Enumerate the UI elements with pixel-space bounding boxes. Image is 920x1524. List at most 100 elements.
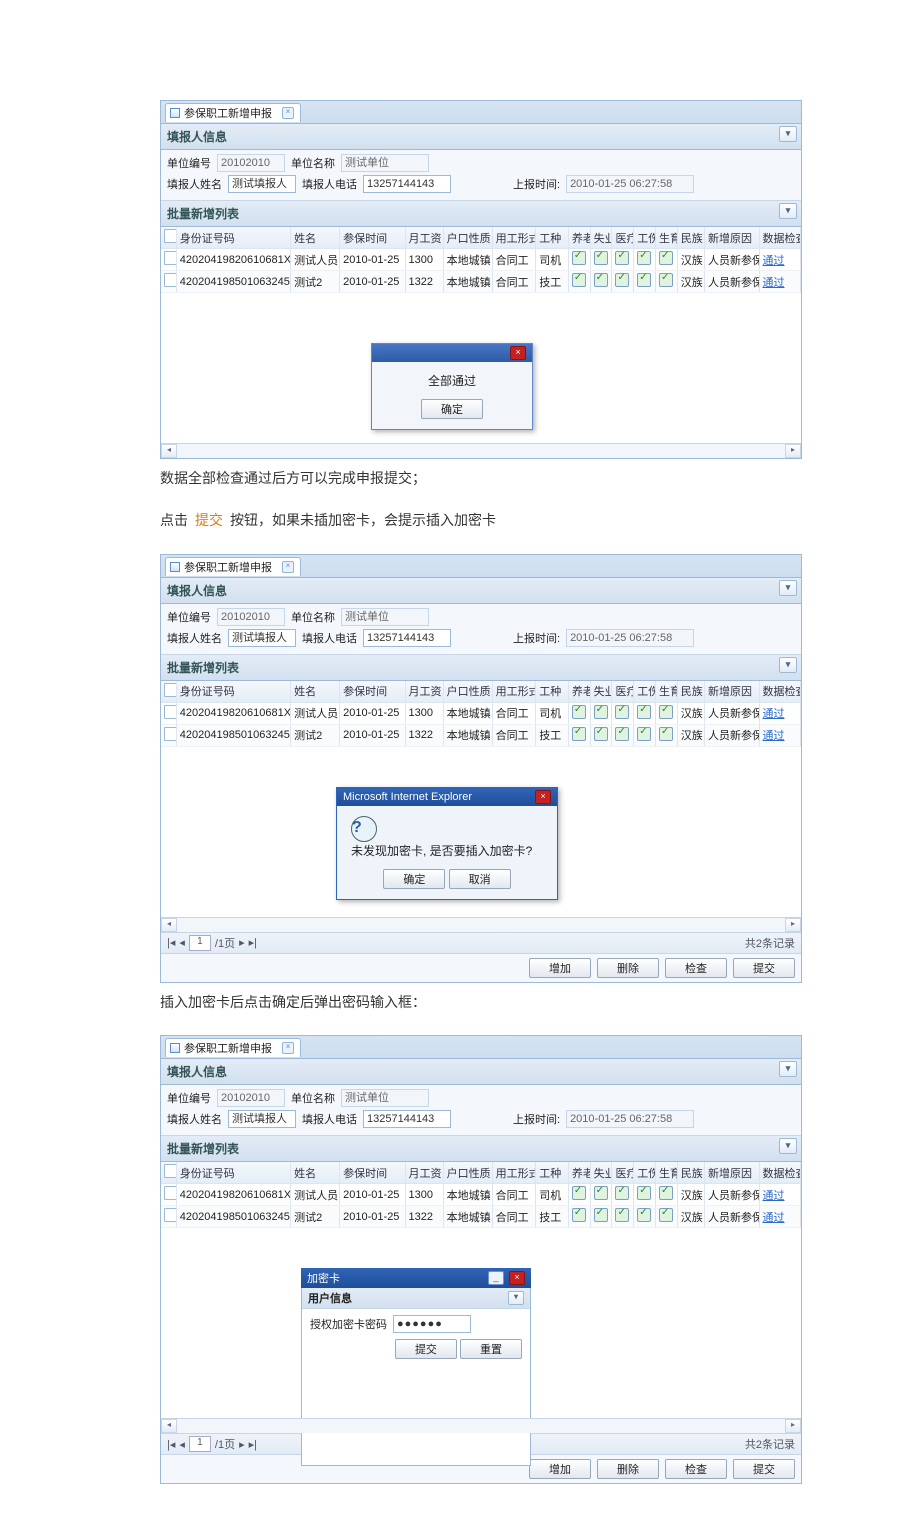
row-checkbox[interactable]	[164, 251, 176, 265]
close-icon[interactable]: ×	[535, 790, 551, 804]
page-input[interactable]: 1	[189, 935, 211, 951]
cancel-button[interactable]: 取消	[449, 869, 511, 889]
table-row[interactable]: 420204198501063245测试2 2010-01-251322 本地城…	[161, 724, 801, 746]
hscrollbar[interactable]: ◂ ▸	[161, 917, 801, 932]
reporter-header: 填报人信息 ▾	[161, 578, 801, 604]
row-checkbox[interactable]	[164, 727, 176, 741]
reporter-field[interactable]: 测试填报人	[228, 629, 296, 647]
unit-no-field: 20102010	[217, 1089, 285, 1107]
table-row[interactable]: 420204198501063245测试2 2010-01-251322 本地城…	[161, 1206, 801, 1228]
row-checkbox[interactable]	[164, 705, 176, 719]
phone-field[interactable]: 13257144143	[363, 1110, 451, 1128]
chk-yiliao[interactable]	[615, 251, 629, 265]
col-name: 姓名	[291, 227, 340, 249]
cell-reason: 人员新参保	[705, 249, 759, 271]
collapse-icon[interactable]: ▾	[779, 580, 797, 596]
scroll-right-icon[interactable]: ▸	[785, 1419, 801, 1433]
select-all-checkbox[interactable]	[164, 1164, 176, 1178]
chk-shengyu[interactable]	[659, 273, 673, 287]
minimize-icon[interactable]: _	[488, 1271, 504, 1285]
collapse-icon[interactable]: ▾	[779, 1138, 797, 1154]
tab-title: 参保职工新增申报	[184, 559, 272, 575]
chk-yanglao[interactable]	[572, 273, 586, 287]
table-row[interactable]: 42020419820610681X测试人员 2010-01-251300 本地…	[161, 1184, 801, 1206]
page-input[interactable]: 1	[189, 1436, 211, 1452]
reporter-field[interactable]: 测试填报人	[228, 175, 296, 193]
enc-reset-button[interactable]: 重置	[460, 1339, 522, 1359]
tab-icon	[170, 1043, 180, 1053]
table-row[interactable]: 420204198501063245 测试2 2010-01-25 1322 本…	[161, 271, 801, 293]
submit-button[interactable]: 提交	[733, 958, 795, 978]
tab-close-icon[interactable]: ×	[282, 107, 294, 119]
select-all-checkbox[interactable]	[164, 229, 176, 243]
chk-gongshang[interactable]	[637, 251, 651, 265]
col-reason: 新增原因	[705, 227, 759, 249]
cell-check-link[interactable]: 通过	[763, 277, 785, 289]
table-row[interactable]: 42020419820610681X 测试人员 2010-01-25 1300 …	[161, 249, 801, 271]
collapse-icon[interactable]: ▾	[779, 1061, 797, 1077]
chk-yiliao[interactable]	[615, 273, 629, 287]
active-tab[interactable]: 参保职工新增申报 ×	[165, 103, 301, 122]
scroll-right-icon[interactable]: ▸	[785, 444, 801, 458]
last-page-icon[interactable]: ▸|	[249, 1438, 257, 1451]
unit-name-field: 测试单位	[341, 608, 429, 626]
collapse-icon[interactable]: ▾	[779, 203, 797, 219]
chk-shiye[interactable]	[594, 251, 608, 265]
time-field: 2010-01-25 06:27:58	[566, 1110, 694, 1128]
cell-check-link[interactable]: 通过	[763, 1212, 785, 1224]
enc-submit-button[interactable]: 提交	[395, 1339, 457, 1359]
check-button[interactable]: 检查	[665, 1459, 727, 1479]
phone-field[interactable]: 13257144143	[363, 629, 451, 647]
collapse-icon[interactable]: ▾	[508, 1291, 524, 1305]
delete-button[interactable]: 删除	[597, 1459, 659, 1479]
row-checkbox[interactable]	[164, 1186, 176, 1200]
delete-button[interactable]: 删除	[597, 958, 659, 978]
chk-yanglao[interactable]	[572, 251, 586, 265]
active-tab[interactable]: 参保职工新增申报 ×	[165, 557, 301, 576]
close-icon[interactable]: ×	[509, 1271, 525, 1285]
first-page-icon[interactable]: |◂	[167, 936, 175, 949]
ie-dialog-msg: 未发现加密卡, 是否要插入加密卡?	[351, 842, 532, 859]
ok-button[interactable]: 确定	[421, 399, 483, 419]
row-checkbox[interactable]	[164, 1208, 176, 1222]
cell-check-link[interactable]: 通过	[763, 255, 785, 267]
add-button[interactable]: 增加	[529, 1459, 591, 1479]
hscrollbar[interactable]: ◂ ▸	[161, 1418, 801, 1433]
chk-gongshang[interactable]	[637, 273, 651, 287]
scroll-right-icon[interactable]: ▸	[785, 918, 801, 932]
prev-page-icon[interactable]: ◂	[179, 1438, 185, 1451]
check-button[interactable]: 检查	[665, 958, 727, 978]
tab-close-icon[interactable]: ×	[282, 1042, 294, 1054]
prev-page-icon[interactable]: ◂	[179, 936, 185, 949]
password-field[interactable]: ●●●●●●	[393, 1315, 471, 1333]
scroll-left-icon[interactable]: ◂	[161, 444, 177, 458]
table-row[interactable]: 42020419820610681X测试人员 2010-01-251300 本地…	[161, 702, 801, 724]
tab-close-icon[interactable]: ×	[282, 561, 294, 573]
phone-field[interactable]: 13257144143	[363, 175, 451, 193]
submit-button[interactable]: 提交	[733, 1459, 795, 1479]
cell-check-link[interactable]: 通过	[763, 1190, 785, 1202]
chk-shiye[interactable]	[594, 273, 608, 287]
ok-button[interactable]: 确定	[383, 869, 445, 889]
scroll-left-icon[interactable]: ◂	[161, 918, 177, 932]
row-checkbox[interactable]	[164, 273, 176, 287]
first-page-icon[interactable]: |◂	[167, 1438, 175, 1451]
reporter-field[interactable]: 测试填报人	[228, 1110, 296, 1128]
last-page-icon[interactable]: ▸|	[249, 936, 257, 949]
next-page-icon[interactable]: ▸	[239, 1438, 245, 1451]
close-icon[interactable]: ×	[510, 346, 526, 360]
scroll-left-icon[interactable]: ◂	[161, 1419, 177, 1433]
hscrollbar[interactable]: ◂ ▸	[161, 443, 801, 458]
collapse-icon[interactable]: ▾	[779, 657, 797, 673]
active-tab[interactable]: 参保职工新增申报 ×	[165, 1038, 301, 1057]
chk-shengyu[interactable]	[659, 251, 673, 265]
cell-check-link[interactable]: 通过	[763, 708, 785, 720]
next-page-icon[interactable]: ▸	[239, 936, 245, 949]
collapse-icon[interactable]: ▾	[779, 126, 797, 142]
add-button[interactable]: 增加	[529, 958, 591, 978]
cell-check-link[interactable]: 通过	[763, 730, 785, 742]
reporter-header: 填报人信息 ▾	[161, 1059, 801, 1085]
cell-employ: 合同工	[492, 249, 536, 271]
unit-no-field: 20102010	[217, 608, 285, 626]
select-all-checkbox[interactable]	[164, 683, 176, 697]
